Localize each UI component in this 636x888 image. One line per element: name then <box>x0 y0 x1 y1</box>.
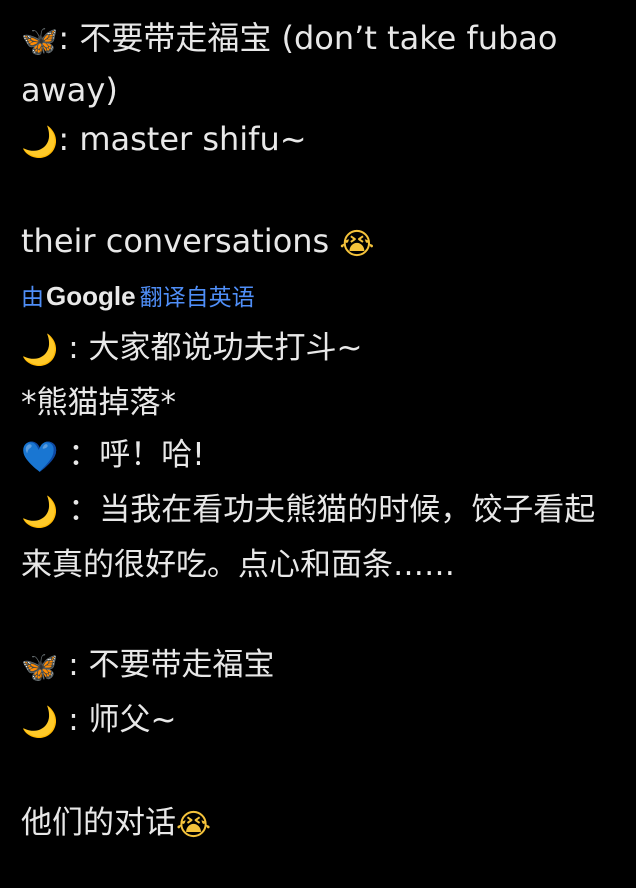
translated-line-text: ：呼！哈! <box>58 437 205 473</box>
translated-line-shifu: 🌙 : 师父~ <box>21 694 621 749</box>
original-line-text: : master shifu~ <box>58 120 307 158</box>
butterfly-icon: 🦋 <box>21 24 59 59</box>
google-brand-label: Google <box>46 281 136 311</box>
translated-line-text: : 大家都说功夫打斗~ <box>58 330 363 366</box>
crescent-moon-icon: 🌙 <box>21 495 59 530</box>
original-line-moon: 🌙: master shifu~ <box>21 114 621 168</box>
crying-face-icon: 😭 <box>339 227 375 262</box>
crying-face-icon: 😭 <box>176 808 212 843</box>
translated-content: 🌙 : 大家都说功夫打斗~ *熊猫掉落* 💙 ：呼！哈! 🌙 ：当我在看功夫熊猫… <box>21 322 621 852</box>
translated-line-text: *熊猫掉落* <box>21 385 176 421</box>
blue-heart-icon: 💙 <box>21 440 59 475</box>
translated-line-heart: 💙 ：呼！哈! <box>21 429 621 484</box>
crescent-moon-icon: 🌙 <box>21 333 59 368</box>
crescent-moon-icon: 🌙 <box>21 125 59 160</box>
translated-line-text: ：当我在看功夫熊猫的时候，饺子看起来真的很好吃。点心和面条…… <box>21 492 596 583</box>
translation-bar[interactable]: 由Google 翻译自英语 <box>21 276 621 318</box>
crescent-moon-icon: 🌙 <box>21 705 59 740</box>
original-line-text: their conversations <box>21 222 340 260</box>
original-line-text: : 不要带走福宝 (don’t take fubao away) <box>21 19 558 109</box>
original-line-conversations: their conversations 😭 <box>21 216 621 270</box>
translated-line-butterfly: 🦋 : 不要带走福宝 <box>21 639 621 694</box>
post-body: 🦋: 不要带走福宝 (don’t take fubao away) 🌙: mas… <box>21 14 621 852</box>
translated-line-text: 他们的对话 <box>21 805 176 841</box>
translated-line-text: : 不要带走福宝 <box>58 647 275 683</box>
translated-line-text: : 师父~ <box>58 702 177 738</box>
translated-from-english-link[interactable]: 翻译自英语 <box>140 285 255 311</box>
butterfly-icon: 🦋 <box>21 650 59 685</box>
translated-line-panda-falls: *熊猫掉落* <box>21 377 621 429</box>
original-line-butterfly: 🦋: 不要带走福宝 (don’t take fubao away) <box>21 14 611 114</box>
translated-line-dumplings: 🌙 ：当我在看功夫熊猫的时候，饺子看起来真的很好吃。点心和面条…… <box>21 484 601 591</box>
translation-prefix: 由 <box>21 285 44 311</box>
translated-line-conversations: 他们的对话😭 <box>21 797 621 852</box>
translated-line-moon: 🌙 : 大家都说功夫打斗~ <box>21 322 621 377</box>
